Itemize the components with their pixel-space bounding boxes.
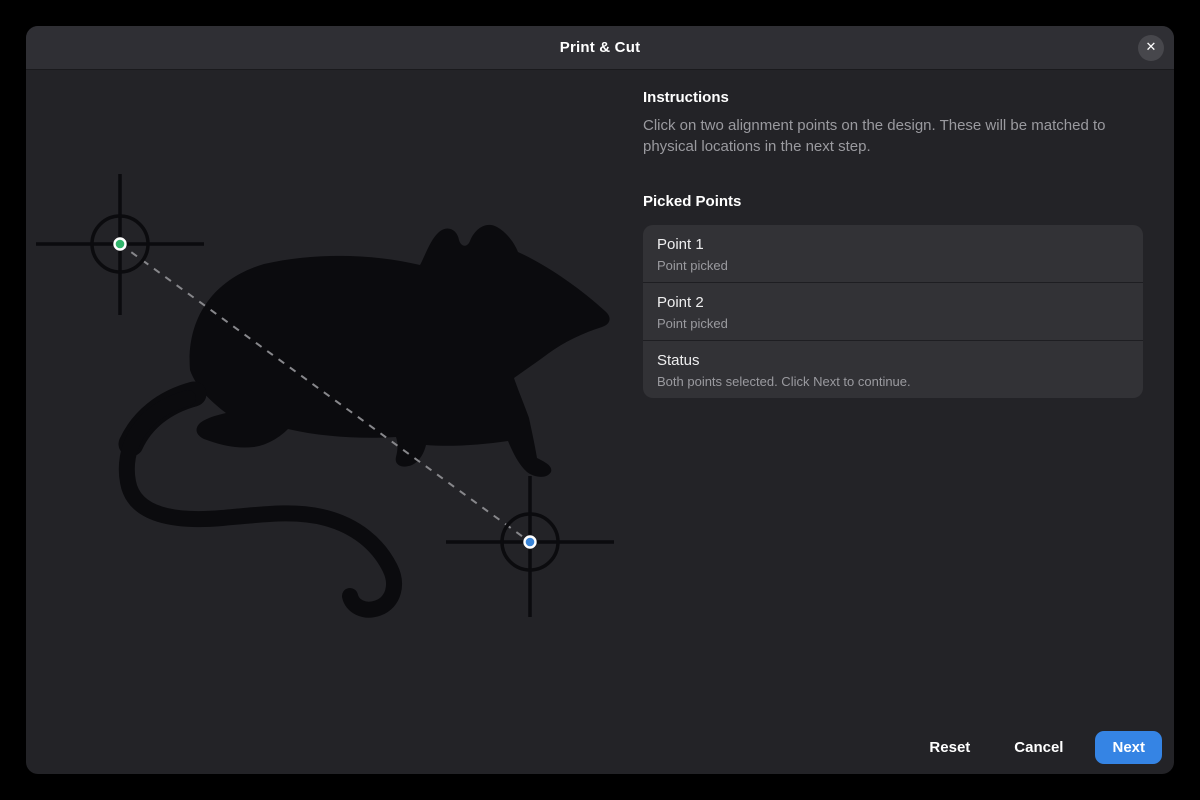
close-icon: ✕ bbox=[1146, 40, 1157, 55]
picked-points-list: Point 1 Point picked Point 2 Point picke… bbox=[643, 225, 1143, 398]
print-and-cut-dialog: Print & Cut ✕ bbox=[26, 26, 1174, 774]
design-canvas[interactable] bbox=[26, 70, 643, 774]
mouse-silhouette bbox=[190, 225, 610, 477]
cancel-button[interactable]: Cancel bbox=[1002, 731, 1075, 764]
next-button[interactable]: Next bbox=[1095, 731, 1162, 764]
dialog-footer: Reset Cancel Next bbox=[917, 731, 1162, 764]
dialog-body: Instructions Click on two alignment poin… bbox=[26, 70, 1174, 774]
point-1-row: Point 1 Point picked bbox=[643, 225, 1143, 282]
instructions-heading: Instructions bbox=[643, 89, 1143, 106]
point-2-row: Point 2 Point picked bbox=[643, 282, 1143, 340]
point-2-title: Point 2 bbox=[657, 292, 1129, 313]
instructions-text: Click on two alignment points on the des… bbox=[643, 115, 1143, 157]
status-row: Status Both points selected. Click Next … bbox=[643, 340, 1143, 398]
design-preview-svg bbox=[26, 70, 643, 774]
point-1-title: Point 1 bbox=[657, 234, 1129, 255]
crosshair-marker-1[interactable] bbox=[36, 174, 204, 315]
point-2-dot bbox=[525, 537, 536, 548]
status-text: Both points selected. Click Next to cont… bbox=[657, 373, 1129, 390]
point-2-status: Point picked bbox=[657, 315, 1129, 332]
point-1-dot bbox=[115, 239, 126, 250]
dialog-title: Print & Cut bbox=[560, 39, 641, 56]
dialog-header: Print & Cut ✕ bbox=[26, 26, 1174, 70]
status-title: Status bbox=[657, 350, 1129, 371]
picked-points-heading: Picked Points bbox=[643, 193, 1143, 210]
point-1-status: Point picked bbox=[657, 257, 1129, 274]
crosshair-marker-2[interactable] bbox=[446, 476, 614, 617]
reset-button[interactable]: Reset bbox=[917, 731, 982, 764]
close-button[interactable]: ✕ bbox=[1138, 35, 1164, 61]
side-panel: Instructions Click on two alignment poin… bbox=[643, 70, 1174, 774]
